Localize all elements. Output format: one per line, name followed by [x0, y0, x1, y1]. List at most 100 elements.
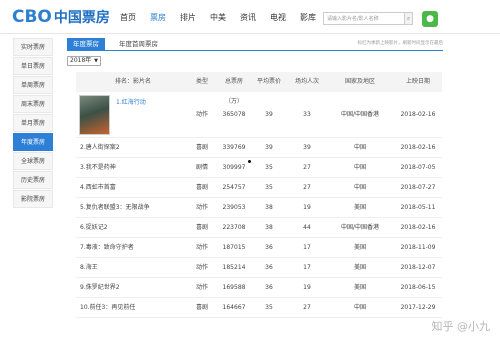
search-input[interactable]: 请输入影片名/影人名称	[323, 12, 405, 25]
table-row: 1.红海行动 动作 365078 39 33 中国/中国香港 2018-02-1…	[76, 92, 442, 138]
cell-name[interactable]: 5.复仇者联盟3：无限战争	[76, 198, 186, 217]
cell-name[interactable]: 7.毒液：致命守护者	[76, 238, 186, 257]
watermark: 知乎 @小九	[431, 320, 491, 333]
cell-date: 2018-07-27	[400, 184, 436, 191]
nav-box-office[interactable]: 票房	[148, 12, 168, 23]
cell-price: 36	[265, 284, 273, 291]
cell-box: 223708	[222, 224, 246, 231]
nav-home[interactable]: 首页	[118, 12, 138, 23]
year-select[interactable]: 2018年 ▼	[67, 56, 101, 66]
cell-name[interactable]: 9.侏罗纪世界2	[76, 278, 186, 297]
table-row: 3.我不是药神 剧情 309997 35 27 中国 2018-07-05	[76, 158, 442, 178]
cell-name[interactable]: 3.我不是药神	[76, 158, 186, 177]
cell-box: 309997	[222, 164, 246, 171]
cbo-logo[interactable]: CBO 中国票房	[12, 7, 110, 27]
cell-region: 美国	[353, 284, 366, 291]
cell-date: 2018-02-16	[400, 111, 436, 118]
cell-price: 35	[265, 164, 273, 171]
wechat-icon[interactable]: ●	[422, 11, 438, 27]
cell-box: 185214	[222, 264, 246, 271]
cell-per: 44	[303, 224, 311, 231]
tab-yearly-first-week[interactable]: 年度首周票房	[113, 38, 164, 51]
table-row: 9.侏罗纪世界2 动作 169588 36 19 美国 2018-06-15	[76, 278, 442, 298]
sidebar-item-history[interactable]: 历史票房	[13, 171, 53, 189]
cell-price: 35	[265, 184, 273, 191]
header-region[interactable]: 国家及地区	[326, 72, 394, 92]
cell-type: 动作	[195, 204, 208, 211]
nav-news[interactable]: 资讯	[238, 12, 258, 23]
sidebar-item-cinema[interactable]: 影院票房	[13, 190, 53, 208]
cell-region: 美国	[353, 264, 366, 271]
cell-date: 2017-12-29	[400, 304, 436, 311]
cell-date: 2018-12-07	[400, 264, 436, 271]
nav-china-us[interactable]: 中美	[208, 12, 228, 23]
cell-per: 27	[303, 164, 311, 171]
nav-film-library[interactable]: 影库	[298, 12, 318, 23]
cell-price: 36	[265, 244, 273, 251]
sidebar-item-global[interactable]: 全球票房	[13, 152, 53, 170]
cell-type: 剧情	[195, 164, 208, 171]
cell-price: 38	[265, 224, 273, 231]
sidebar-item-yearly[interactable]: 年度票房	[13, 133, 53, 151]
nav-tv[interactable]: 电视	[268, 12, 288, 23]
cell-price: 38	[265, 204, 273, 211]
header-avg-price[interactable]: 平均票价	[250, 72, 288, 92]
header-type[interactable]: 类型	[186, 72, 218, 92]
header-per-show[interactable]: 场均人次	[288, 72, 326, 92]
header-total-box[interactable]: 总票房（万）	[218, 72, 250, 105]
cell-date: 2018-05-11	[400, 204, 436, 211]
cell-price: 39	[265, 144, 273, 151]
cell-region: 美国	[353, 204, 366, 211]
cell-region: 中国/中国香港	[340, 224, 380, 231]
cell-type: 动作	[195, 264, 208, 271]
cell-box: 365078	[222, 111, 246, 118]
cell-type: 喜剧	[195, 224, 208, 231]
cell-region: 中国	[353, 164, 366, 171]
movie-title-link[interactable]: 1.红海行动	[116, 96, 146, 110]
cell-region: 中国	[353, 144, 366, 151]
header-release-date[interactable]: 上映日期	[394, 72, 442, 92]
nav-schedule[interactable]: 排片	[178, 12, 198, 23]
cell-per: 27	[303, 184, 311, 191]
logo-cn-text: 中国票房	[53, 10, 110, 26]
cell-name[interactable]: 8.海王	[76, 258, 186, 277]
mouse-cursor	[248, 160, 251, 163]
cell-box: 164667	[222, 304, 246, 311]
year-select-value: 2018年	[70, 57, 92, 64]
cell-type: 喜剧	[195, 184, 208, 191]
sidebar-item-daily[interactable]: 单日票房	[13, 57, 53, 75]
cell-date: 2018-11-09	[400, 244, 436, 251]
table-row: 8.海王 动作 185214 36 17 美国 2018-12-07	[76, 258, 442, 278]
cell-box: 187015	[222, 244, 246, 251]
refresh-hint: 标红为季新上映影片，刷新时间显示在最后	[357, 41, 444, 46]
sidebar-item-weekend[interactable]: 周末票房	[13, 95, 53, 113]
cell-type: 动作	[195, 244, 208, 251]
cell-name[interactable]: 2.唐人街探案2	[76, 138, 186, 157]
table-row: 5.复仇者联盟3：无限战争 动作 239053 38 19 美国 2018-05…	[76, 198, 442, 218]
search-icon[interactable]: ⌕	[405, 12, 413, 25]
logo-text: CBO	[12, 7, 52, 27]
cell-region: 中国/中国香港	[340, 111, 380, 118]
sidebar-item-weekly[interactable]: 单周票房	[13, 76, 53, 94]
cell-box: 169588	[222, 284, 246, 291]
header-rank-name[interactable]: 排名：影片名	[76, 72, 186, 92]
sidebar-item-realtime[interactable]: 实时票房	[13, 38, 53, 56]
sidebar-item-monthly[interactable]: 单月票房	[13, 114, 53, 132]
table-row: 10.前任3：再见前任 喜剧 164667 35 27 中国 2017-12-2…	[76, 298, 442, 318]
cell-type: 喜剧	[195, 144, 208, 151]
cell-name[interactable]: 4.西虹市首富	[76, 178, 186, 197]
cell-date: 2018-06-15	[400, 284, 436, 291]
cell-region: 美国	[353, 244, 366, 251]
cell-name[interactable]: 6.捉妖记2	[76, 218, 186, 237]
main-nav: 首页 票房 排片 中美 资讯 电视 影库	[118, 12, 318, 23]
cell-region: 中国	[353, 304, 366, 311]
movie-poster[interactable]	[79, 95, 110, 135]
cell-date: 2018-02-16	[400, 224, 436, 231]
tab-yearly-box-office[interactable]: 年度票房	[67, 38, 105, 51]
cell-region: 中国	[353, 184, 366, 191]
cell-per: 17	[303, 264, 311, 271]
table-header: 排名：影片名 类型 总票房（万） 平均票价 场均人次 国家及地区 上映日期	[76, 72, 442, 105]
cell-name[interactable]: 10.前任3：再见前任	[76, 298, 186, 317]
box-office-table: 排名：影片名 类型 总票房（万） 平均票价 场均人次 国家及地区 上映日期 1.…	[76, 72, 442, 318]
cell-type: 动作	[195, 284, 208, 291]
